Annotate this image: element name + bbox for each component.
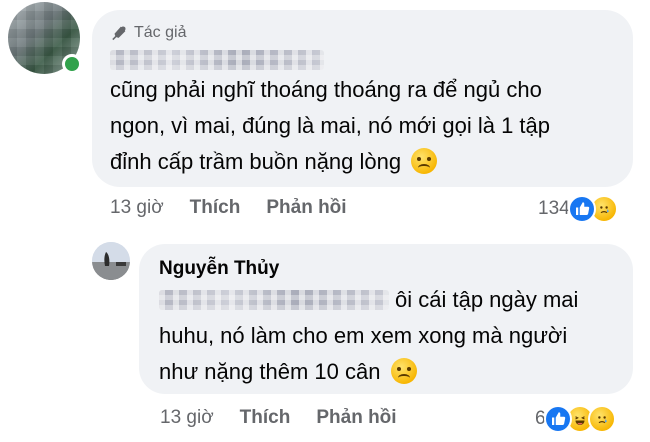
like-icon bbox=[567, 195, 596, 223]
comment-text: cũng phải nghĩ thoáng thoáng ra để ngủ c… bbox=[110, 72, 550, 180]
comment-reactions[interactable]: 134 bbox=[538, 195, 618, 223]
avatar-photo-icon bbox=[92, 242, 130, 280]
like-icon bbox=[543, 405, 572, 433]
microphone-icon bbox=[112, 26, 126, 41]
reply-timestamp[interactable]: 13 giờ bbox=[160, 407, 214, 429]
reply-button[interactable]: Phản hồi bbox=[266, 197, 346, 219]
reply-button[interactable]: Phản hồi bbox=[316, 407, 396, 429]
reply-text-line: ôi cái tập ngày mai bbox=[159, 282, 578, 318]
comment-timestamp[interactable]: 13 giờ bbox=[110, 197, 164, 219]
reply-text: ôi cái tập ngày mai huhu, nó làm cho em … bbox=[159, 282, 578, 390]
comment-bubble: Tác giả cũng phải nghĩ thoáng thoáng ra … bbox=[92, 10, 633, 187]
reply-bubble: Nguyễn Thủy ôi cái tập ngày mai huhu, nó… bbox=[139, 244, 633, 394]
online-status-dot bbox=[62, 54, 82, 74]
sad-face-icon bbox=[587, 405, 616, 433]
reply-reactions[interactable]: 6 bbox=[535, 405, 616, 433]
comment-actions: 13 giờ Thích Phản hồi bbox=[110, 197, 373, 219]
reply-actions: 13 giờ Thích Phản hồi bbox=[160, 407, 423, 429]
like-button[interactable]: Thích bbox=[240, 407, 291, 429]
comment-text-line-content: đỉnh cấp trầm buồn nặng lòng bbox=[110, 149, 402, 174]
comment-text-line: cũng phải nghĩ thoáng thoáng ra để ngủ c… bbox=[110, 77, 542, 102]
reply-text-line-content: ôi cái tập ngày mai bbox=[395, 287, 579, 312]
author-badge-label: Tác giả bbox=[134, 24, 187, 41]
reply-text-line: như nặng thêm 10 cân bbox=[159, 354, 578, 390]
comment-text-line: ngon, vì mai, đúng là mai, nó mới gọi là… bbox=[110, 113, 550, 138]
reply-author-avatar[interactable] bbox=[92, 242, 130, 280]
reply-author-name[interactable]: Nguyễn Thủy bbox=[159, 258, 279, 280]
reaction-count[interactable]: 134 bbox=[538, 198, 570, 220]
disappointed-face-emoji-icon bbox=[390, 358, 417, 384]
like-button[interactable]: Thích bbox=[190, 197, 241, 219]
disappointed-face-emoji-icon bbox=[411, 148, 438, 174]
comment-text-line: đỉnh cấp trầm buồn nặng lòng bbox=[110, 144, 550, 180]
reply-text-line-content: như nặng thêm 10 cân bbox=[159, 359, 381, 384]
blurred-author-name[interactable] bbox=[110, 50, 324, 70]
reply-text-line: huhu, nó làm cho em xem xong mà người bbox=[159, 323, 568, 348]
author-badge: Tác giả bbox=[110, 24, 186, 42]
